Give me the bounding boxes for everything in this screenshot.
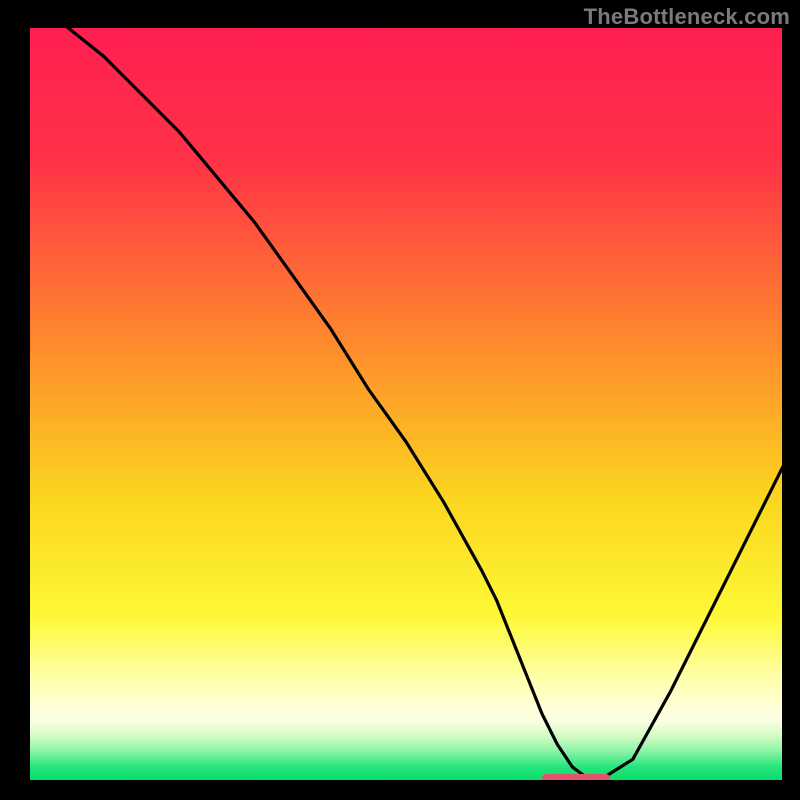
chart-container: TheBottleneck.com	[0, 0, 800, 800]
watermark-text: TheBottleneck.com	[584, 4, 790, 30]
bottleneck-chart	[0, 0, 800, 800]
gradient-background	[28, 26, 784, 782]
